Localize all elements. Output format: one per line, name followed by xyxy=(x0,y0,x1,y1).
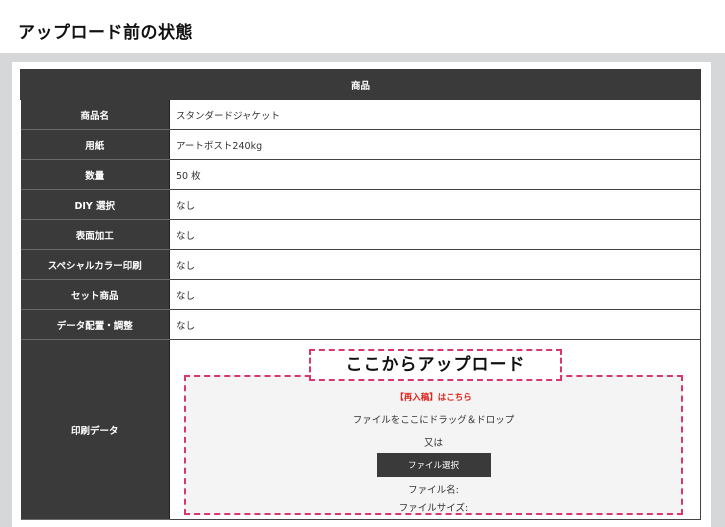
row-value-set-product: なし xyxy=(169,279,701,310)
table-row: データ配置・調整 なし xyxy=(20,309,701,340)
row-label-special-color: スペシャルカラー印刷 xyxy=(20,249,170,280)
table-row: 数量 50 枚 xyxy=(20,159,701,190)
drop-instruction: ファイルをここにドラッグ＆ドロップ xyxy=(352,415,515,426)
page-heading: アップロード前の状態 xyxy=(0,0,725,56)
table-row: DIY 選択 なし xyxy=(20,189,701,220)
row-label-quantity: 数量 xyxy=(20,159,170,190)
row-value-data-adjust: なし xyxy=(169,309,701,340)
table-header-row: 商品 xyxy=(20,69,701,100)
row-label-diy: DIY 選択 xyxy=(20,189,170,220)
table-row: スペシャルカラー印刷 なし xyxy=(20,249,701,280)
table-row-print-data: 印刷データ ここからアップロード 【再入稿】はこちら ファイルをここにドラッグ＆… xyxy=(20,339,701,520)
table-header: 商品 xyxy=(20,69,701,100)
file-name-label: ファイル名: xyxy=(408,485,459,496)
row-value-product-name: スタンダードジャケット xyxy=(169,99,701,130)
table-row: 用紙 アートポスト240kg xyxy=(20,129,701,160)
row-label-print-data: 印刷データ xyxy=(20,339,170,520)
upload-title: ここからアップロード xyxy=(309,349,562,381)
row-label-data-adjust: データ配置・調整 xyxy=(20,309,170,340)
re-entry-link[interactable]: 【再入稿】はこちら xyxy=(186,391,681,403)
row-label-surface: 表面加工 xyxy=(20,219,170,250)
row-label-set-product: セット商品 xyxy=(20,279,170,310)
file-size-label: ファイルサイズ: xyxy=(398,503,469,514)
row-label-product-name: 商品名 xyxy=(20,99,170,130)
table-row: 商品名 スタンダードジャケット xyxy=(20,99,701,130)
order-spec-table: 商品 商品名 スタンダードジャケット 用紙 アートポスト240kg 数量 50 … xyxy=(20,69,701,520)
row-value-quantity: 50 枚 xyxy=(169,159,701,190)
file-dropzone[interactable]: 【再入稿】はこちら ファイルをここにドラッグ＆ドロップ 又は ファイル選択 ファ… xyxy=(184,375,683,515)
row-label-paper: 用紙 xyxy=(20,129,170,160)
upload-cell: ここからアップロード 【再入稿】はこちら ファイルをここにドラッグ＆ドロップ 又… xyxy=(169,339,701,520)
or-text: 又は xyxy=(423,438,443,449)
file-select-button[interactable]: ファイル選択 xyxy=(376,453,491,477)
table-row: セット商品 なし xyxy=(20,279,701,310)
row-value-special-color: なし xyxy=(169,249,701,280)
row-value-paper: アートポスト240kg xyxy=(169,129,701,160)
row-value-surface: なし xyxy=(169,219,701,250)
table-row: 表面加工 なし xyxy=(20,219,701,250)
row-value-diy: なし xyxy=(169,189,701,220)
